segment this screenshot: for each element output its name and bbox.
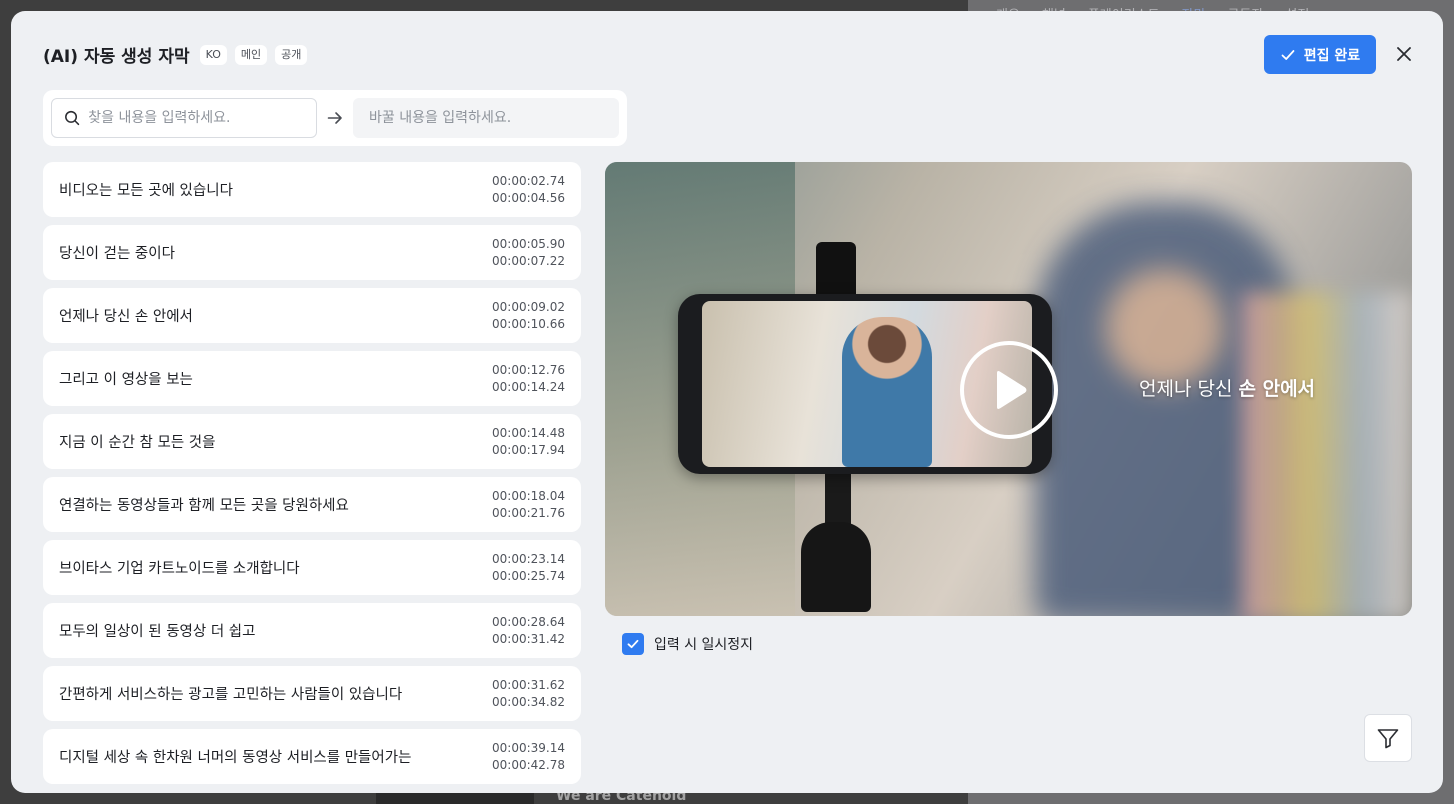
subtitle-item[interactable]: 간편하게 서비스하는 광고를 고민하는 사람들이 있습니다 00:00:31.6… bbox=[43, 666, 581, 721]
tripod-base bbox=[801, 522, 871, 612]
subtitle-item[interactable]: 언제나 당신 손 안에서 00:00:09.02 00:00:10.66 bbox=[43, 288, 581, 343]
find-replace-bar bbox=[43, 90, 627, 146]
check-icon bbox=[1281, 49, 1295, 60]
subtitle-text: 그리고 이 영상을 보는 bbox=[59, 372, 193, 388]
subtitle-end-time: 00:00:04.56 bbox=[492, 190, 565, 205]
video-preview[interactable]: 언제나 당신 손 안에서 bbox=[605, 162, 1412, 616]
subtitle-end-time: 00:00:14.24 bbox=[492, 379, 565, 394]
public-chip: 공개 bbox=[275, 44, 308, 65]
find-input[interactable] bbox=[88, 110, 316, 126]
subtitle-times: 00:00:28.64 00:00:31.42 bbox=[492, 614, 565, 648]
subtitle-end-time: 00:00:21.76 bbox=[492, 505, 565, 520]
subtitle-text: 비디오는 모든 곳에 있습니다 bbox=[59, 183, 233, 199]
subtitle-start-time: 00:00:39.14 bbox=[492, 740, 565, 755]
pause-on-input-label: 입력 시 일시정지 bbox=[654, 637, 754, 653]
subtitle-end-time: 00:00:31.42 bbox=[492, 631, 565, 646]
subtitle-end-time: 00:00:25.74 bbox=[492, 568, 565, 583]
filter-button[interactable] bbox=[1364, 714, 1412, 762]
subtitle-times: 00:00:09.02 00:00:10.66 bbox=[492, 299, 565, 333]
find-field[interactable] bbox=[51, 98, 317, 138]
replace-field[interactable] bbox=[353, 98, 619, 138]
subtitle-item[interactable]: 그리고 이 영상을 보는 00:00:12.76 00:00:14.24 bbox=[43, 351, 581, 406]
subtitle-text: 디지털 세상 속 한차원 너머의 동영상 서비스를 만들어가는 bbox=[59, 750, 412, 766]
modal-title: (AI) 자동 생성 자막 bbox=[43, 47, 190, 67]
pause-on-input-checkbox[interactable] bbox=[622, 633, 644, 655]
subtitle-start-time: 00:00:31.62 bbox=[492, 677, 565, 692]
subtitle-item[interactable]: 지금 이 순간 참 모든 것을 00:00:14.48 00:00:17.94 bbox=[43, 414, 581, 469]
subtitle-end-time: 00:00:07.22 bbox=[492, 253, 565, 268]
arrow-right-icon bbox=[327, 112, 342, 124]
close-icon bbox=[1397, 47, 1411, 61]
language-chip: KO bbox=[199, 44, 227, 65]
subtitle-text: 브이타스 기업 카트노이드를 소개합니다 bbox=[59, 561, 300, 577]
subtitle-end-time: 00:00:17.94 bbox=[492, 442, 565, 457]
subtitle-times: 00:00:02.74 00:00:04.56 bbox=[492, 173, 565, 207]
subtitle-times: 00:00:31.62 00:00:34.82 bbox=[492, 677, 565, 711]
modal-header: (AI) 자동 생성 자막 KO 메인 공개 bbox=[43, 42, 308, 67]
subtitle-start-time: 00:00:09.02 bbox=[492, 299, 565, 314]
video-caption-overlay: 언제나 당신 손 안에서 bbox=[1139, 374, 1315, 401]
subtitle-text: 모두의 일상이 된 동영상 더 쉽고 bbox=[59, 624, 256, 640]
subtitle-times: 00:00:23.14 00:00:25.74 bbox=[492, 551, 565, 585]
subtitle-end-time: 00:00:10.66 bbox=[492, 316, 565, 331]
search-icon bbox=[65, 110, 80, 126]
edit-done-button[interactable]: 편집 완료 bbox=[1264, 35, 1376, 74]
subtitle-start-time: 00:00:02.74 bbox=[492, 173, 565, 188]
subtitle-item[interactable]: 당신이 걷는 중이다 00:00:05.90 00:00:07.22 bbox=[43, 225, 581, 280]
subtitle-times: 00:00:14.48 00:00:17.94 bbox=[492, 425, 565, 459]
phone-mount-clamp bbox=[816, 242, 856, 302]
subtitle-editor-modal: (AI) 자동 생성 자막 KO 메인 공개 편집 완료 비디오는 모든 곳에 … bbox=[11, 11, 1443, 793]
subtitle-text: 당신이 걷는 중이다 bbox=[59, 246, 175, 262]
subtitle-end-time: 00:00:42.78 bbox=[492, 757, 565, 772]
subtitle-times: 00:00:05.90 00:00:07.22 bbox=[492, 236, 565, 270]
edit-done-label: 편집 완료 bbox=[1303, 47, 1361, 64]
play-icon bbox=[997, 371, 1027, 409]
subtitle-times: 00:00:12.76 00:00:14.24 bbox=[492, 362, 565, 396]
subtitle-start-time: 00:00:12.76 bbox=[492, 362, 565, 377]
subtitle-start-time: 00:00:28.64 bbox=[492, 614, 565, 629]
subtitle-text: 간편하게 서비스하는 광고를 고민하는 사람들이 있습니다 bbox=[59, 687, 403, 703]
caption-bold-text: 손 안에서 bbox=[1238, 378, 1316, 400]
caption-light-text: 언제나 당신 bbox=[1139, 378, 1233, 400]
subtitle-item[interactable]: 비디오는 모든 곳에 있습니다 00:00:02.74 00:00:04.56 bbox=[43, 162, 581, 217]
main-chip: 메인 bbox=[234, 44, 268, 65]
filter-icon bbox=[1377, 729, 1399, 749]
subtitle-text: 연결하는 동영상들과 함께 모든 곳을 당원하세요 bbox=[59, 498, 349, 514]
subtitle-start-time: 00:00:14.48 bbox=[492, 425, 565, 440]
close-button[interactable] bbox=[1391, 41, 1417, 67]
subtitle-start-time: 00:00:05.90 bbox=[492, 236, 565, 251]
video-background-clothes bbox=[1242, 292, 1412, 616]
subtitle-text: 지금 이 순간 참 모든 것을 bbox=[59, 435, 216, 451]
subtitle-times: 00:00:39.14 00:00:42.78 bbox=[492, 740, 565, 774]
pause-on-input-option: 입력 시 일시정지 bbox=[622, 633, 753, 655]
play-button[interactable] bbox=[960, 341, 1058, 439]
subtitle-end-time: 00:00:34.82 bbox=[492, 694, 565, 709]
subtitle-list: 비디오는 모든 곳에 있습니다 00:00:02.74 00:00:04.56 … bbox=[43, 162, 581, 792]
subtitle-item[interactable]: 연결하는 동영상들과 함께 모든 곳을 당원하세요 00:00:18.04 00… bbox=[43, 477, 581, 532]
subtitle-start-time: 00:00:18.04 bbox=[492, 488, 565, 503]
check-icon bbox=[627, 639, 639, 649]
subtitle-start-time: 00:00:23.14 bbox=[492, 551, 565, 566]
replace-input[interactable] bbox=[369, 110, 619, 126]
subtitle-item[interactable]: 모두의 일상이 된 동영상 더 쉽고 00:00:28.64 00:00:31.… bbox=[43, 603, 581, 658]
subtitle-item[interactable]: 디지털 세상 속 한차원 너머의 동영상 서비스를 만들어가는 00:00:39… bbox=[43, 729, 581, 784]
subtitle-text: 언제나 당신 손 안에서 bbox=[59, 309, 193, 325]
subtitle-item[interactable]: 브이타스 기업 카트노이드를 소개합니다 00:00:23.14 00:00:2… bbox=[43, 540, 581, 595]
subtitle-times: 00:00:18.04 00:00:21.76 bbox=[492, 488, 565, 522]
phone-screen-person bbox=[842, 317, 932, 467]
